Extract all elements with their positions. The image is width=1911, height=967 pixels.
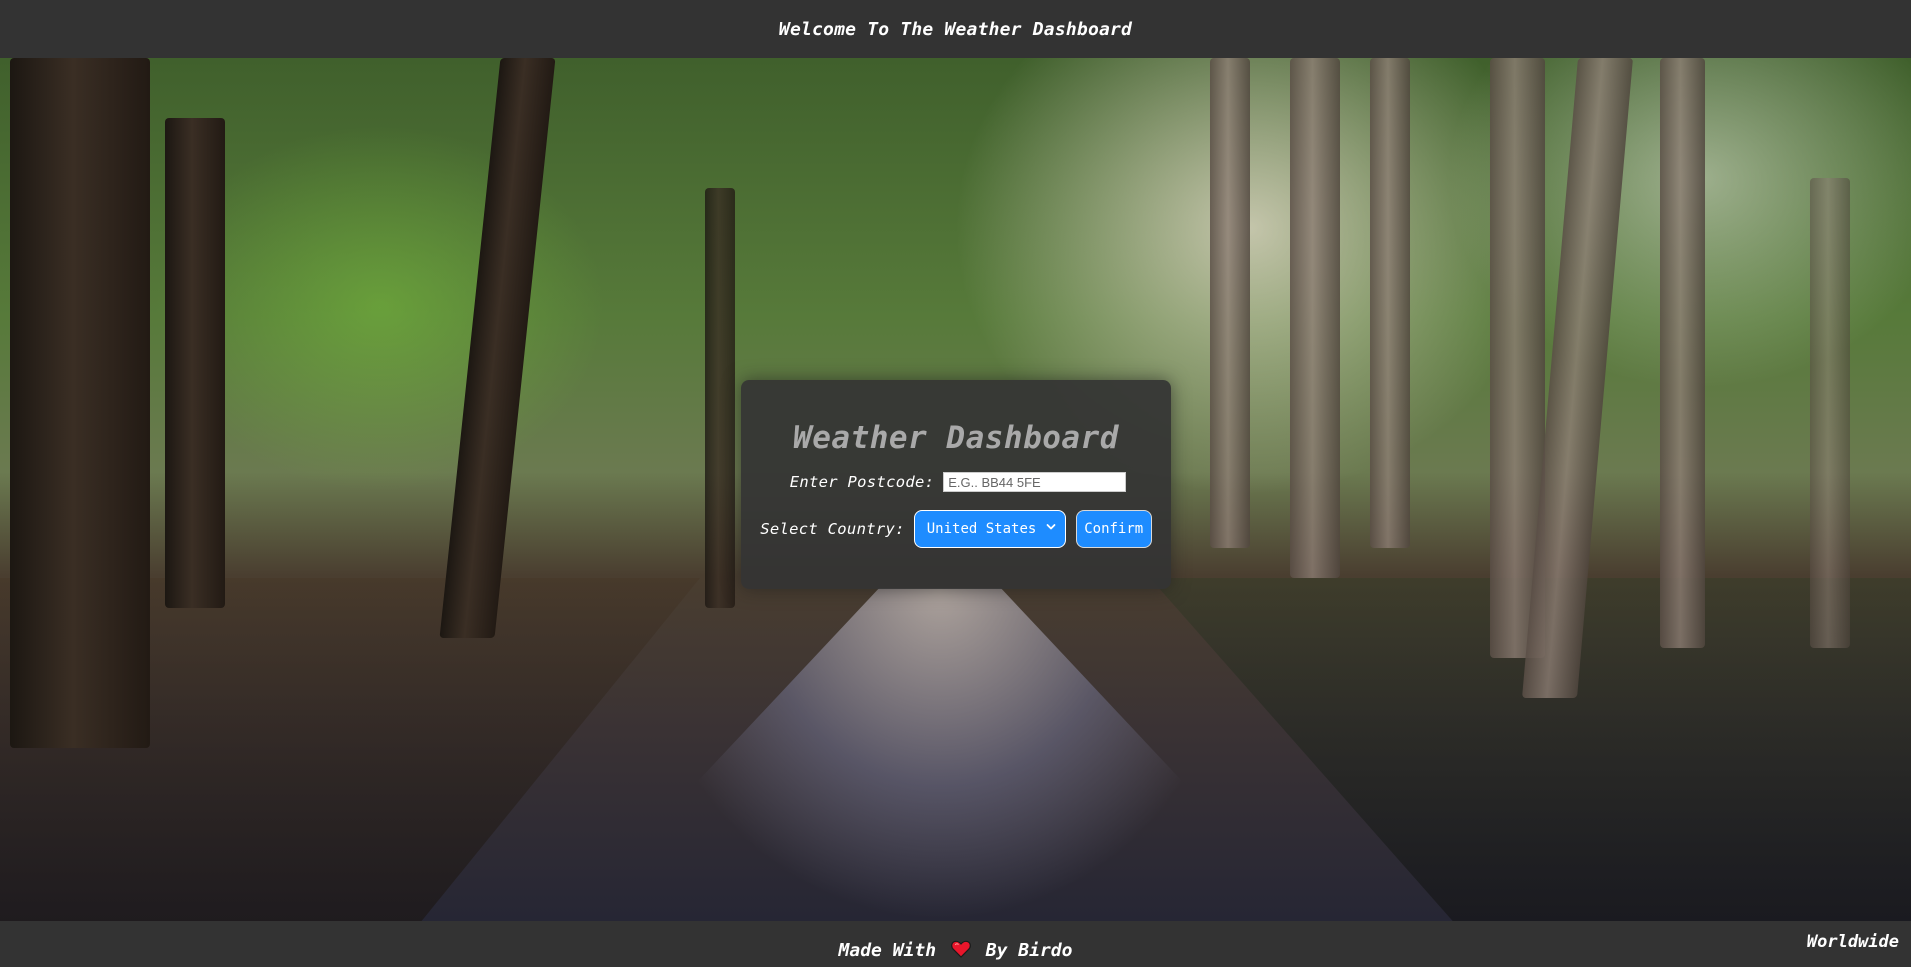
background-tree-trunk: [705, 188, 735, 608]
background-tree-trunk: [165, 118, 225, 608]
welcome-title: Welcome To The Weather Dashboard: [778, 19, 1133, 40]
postcode-label: Enter Postcode:: [789, 473, 935, 491]
footer-credit: Made With By Birdo: [0, 940, 1911, 961]
region-label: Worldwide: [1806, 932, 1899, 952]
heart-icon: [951, 940, 971, 958]
credit-suffix: By Birdo: [985, 940, 1073, 961]
country-row: Select Country: United States Confirm: [760, 510, 1152, 548]
background-tree-trunk: [1660, 58, 1705, 648]
background-tree-trunk: [10, 58, 150, 748]
top-banner: Welcome To The Weather Dashboard: [0, 0, 1911, 58]
card-title: Weather Dashboard: [793, 420, 1119, 456]
weather-search-card: Weather Dashboard Enter Postcode: Select…: [741, 380, 1171, 589]
country-select[interactable]: United States: [913, 510, 1066, 548]
background-tree-trunk: [439, 58, 556, 638]
background-tree-trunk: [1210, 58, 1250, 548]
credit-prefix: Made With: [838, 940, 937, 961]
country-label: Select Country:: [760, 520, 905, 538]
footer: Made With By Birdo Worldwide: [0, 921, 1911, 967]
postcode-input[interactable]: [943, 472, 1127, 492]
background-tree-trunk: [1810, 178, 1850, 648]
confirm-button[interactable]: Confirm: [1075, 510, 1152, 548]
background-tree-trunk: [1290, 58, 1340, 578]
chevron-down-icon: [1046, 524, 1056, 530]
postcode-row: Enter Postcode:: [789, 472, 1127, 492]
country-select-value: United States: [926, 521, 1037, 537]
background-tree-trunk: [1370, 58, 1410, 548]
